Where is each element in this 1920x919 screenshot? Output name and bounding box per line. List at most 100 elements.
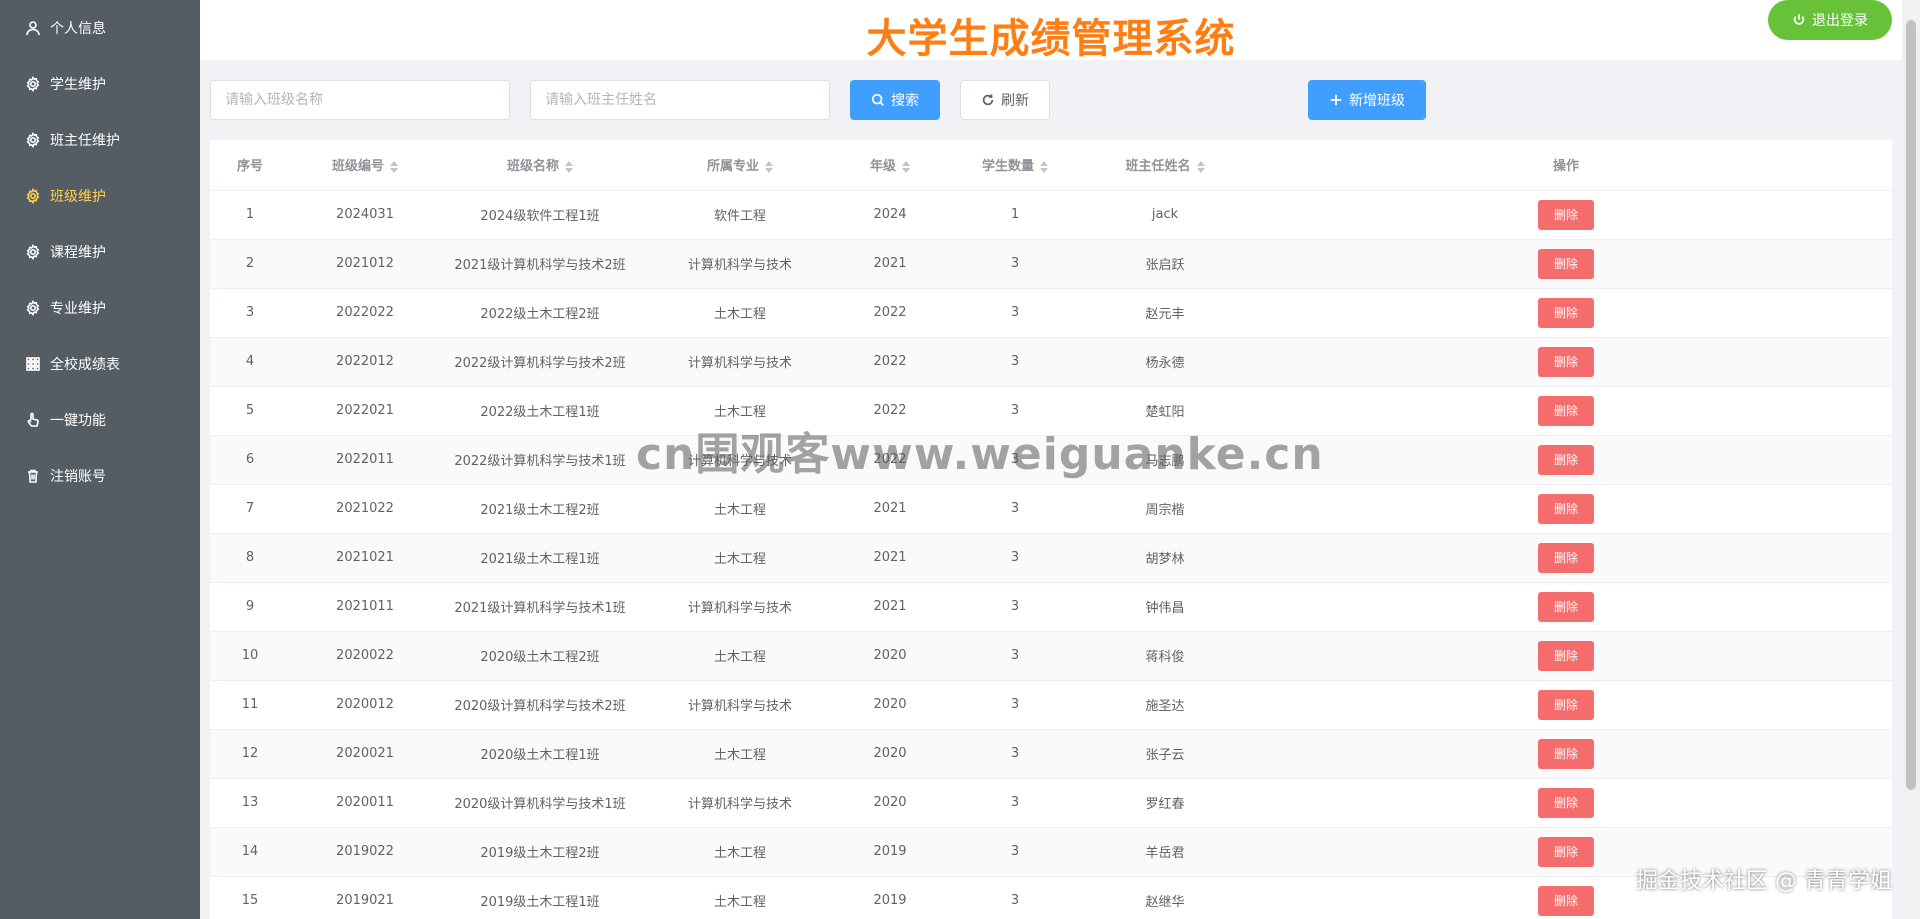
column-header[interactable]: 班级名称 — [440, 140, 640, 191]
table-cell: 土木工程 — [640, 827, 840, 877]
table-cell: 2 — [210, 239, 290, 289]
table-cell-actions: 删除 — [1240, 680, 1892, 730]
sidebar-item-0[interactable]: 个人信息 — [0, 0, 200, 56]
delete-button[interactable]: 删除 — [1538, 395, 1594, 426]
table-cell-actions: 删除 — [1240, 533, 1892, 583]
sort-caret-icon[interactable] — [390, 160, 398, 173]
page-title: 大学生成绩管理系统 — [866, 16, 1236, 62]
table-cell: 赵继华 — [1090, 876, 1240, 919]
sort-caret-icon[interactable] — [1040, 160, 1048, 173]
gear-icon — [24, 131, 42, 149]
table-cell: 土木工程 — [640, 876, 840, 919]
sidebar-item-1[interactable]: 学生维护 — [0, 56, 200, 112]
user-icon — [24, 19, 42, 37]
sort-caret-icon[interactable] — [902, 160, 910, 173]
table-cell: 3 — [940, 337, 1090, 387]
table-cell: 2021级计算机科学与技术1班 — [440, 582, 640, 632]
table-cell: 2022级土木工程1班 — [440, 386, 640, 436]
sidebar-item-2[interactable]: 班主任维护 — [0, 112, 200, 168]
table-cell: 2022级计算机科学与技术1班 — [440, 435, 640, 485]
table-cell: 2022 — [840, 435, 940, 485]
table-cell-actions: 删除 — [1240, 288, 1892, 338]
table-cell: 2021 — [840, 533, 940, 583]
delete-button[interactable]: 删除 — [1538, 640, 1594, 671]
table-cell: 张启跃 — [1090, 239, 1240, 289]
table-cell: 6 — [210, 435, 290, 485]
sort-caret-icon[interactable] — [1196, 160, 1205, 173]
sort-caret-icon[interactable] — [765, 160, 773, 173]
table-cell: 杨永德 — [1090, 337, 1240, 387]
refresh-button[interactable]: 刷新 — [960, 80, 1050, 120]
sidebar-item-3[interactable]: 班级维护 — [0, 168, 200, 224]
delete-button[interactable]: 删除 — [1538, 885, 1594, 916]
sort-caret-icon[interactable] — [565, 160, 573, 173]
class-name-input[interactable] — [210, 80, 510, 120]
sidebar-item-label: 注销账号 — [50, 469, 106, 485]
table-cell: 计算机科学与技术 — [640, 582, 840, 632]
table-cell: 2022 — [840, 386, 940, 436]
table-cell: 2022021 — [290, 386, 440, 436]
table-cell: 2019 — [840, 876, 940, 919]
table-cell: 羊岳君 — [1090, 827, 1240, 877]
sidebar-item-label: 个人信息 — [50, 21, 106, 37]
sidebar-item-4[interactable]: 课程维护 — [0, 224, 200, 280]
delete-button[interactable]: 删除 — [1538, 738, 1594, 769]
table-cell: 11 — [210, 680, 290, 730]
search-button[interactable]: 搜索 — [850, 80, 940, 120]
column-header-label: 班主任姓名 — [1125, 159, 1191, 175]
delete-button[interactable]: 删除 — [1538, 836, 1594, 867]
table-cell: 蒋科俊 — [1090, 631, 1240, 681]
table-cell-actions: 删除 — [1240, 631, 1892, 681]
teacher-name-input[interactable] — [530, 80, 830, 120]
table-cell: 计算机科学与技术 — [640, 680, 840, 730]
delete-button[interactable]: 删除 — [1538, 248, 1594, 279]
table-cell: 2022011 — [290, 435, 440, 485]
table-cell: 1 — [210, 190, 290, 240]
table-cell: 2020012 — [290, 680, 440, 730]
sidebar-item-8[interactable]: 注销账号 — [0, 448, 200, 504]
delete-button[interactable]: 删除 — [1538, 542, 1594, 573]
table-cell: 2020 — [840, 631, 940, 681]
column-header[interactable]: 班主任姓名 — [1090, 140, 1240, 191]
table-cell: 2019级土木工程1班 — [440, 876, 640, 919]
sidebar-item-6[interactable]: 全校成绩表 — [0, 336, 200, 392]
column-header-label: 班级名称 — [506, 159, 559, 175]
scrollbar[interactable] — [1902, 0, 1920, 919]
delete-button[interactable]: 删除 — [1538, 787, 1594, 818]
search-label: 搜索 — [891, 93, 919, 109]
table-cell: 8 — [210, 533, 290, 583]
scrollbar-thumb[interactable] — [1906, 20, 1916, 790]
table-cell: 3 — [940, 827, 1090, 877]
delete-button[interactable]: 删除 — [1538, 444, 1594, 475]
add-class-button[interactable]: 新增班级 — [1308, 80, 1426, 120]
delete-button[interactable]: 删除 — [1538, 591, 1594, 622]
table-cell: 2024级软件工程1班 — [440, 190, 640, 240]
logout-button[interactable]: 退出登录 — [1768, 0, 1892, 40]
column-header[interactable]: 班级编号 — [290, 140, 440, 191]
table-cell: 3 — [940, 239, 1090, 289]
delete-button[interactable]: 删除 — [1538, 493, 1594, 524]
column-header[interactable]: 年级 — [840, 140, 940, 191]
table-row: 9 2021011 2021级计算机科学与技术1班 计算机科学与技术 2021 3 钟伟昌 删… — [210, 582, 1892, 632]
table-row: 3 2022022 2022级土木工程2班 土木工程 2022 3 赵元丰 删除 — [210, 288, 1892, 338]
table-cell: 3 — [940, 631, 1090, 681]
table-cell: 土木工程 — [640, 729, 840, 779]
delete-button[interactable]: 删除 — [1538, 297, 1594, 328]
delete-button[interactable]: 删除 — [1538, 346, 1594, 377]
sidebar-item-7[interactable]: 一键功能 — [0, 392, 200, 448]
table-cell: 2022022 — [290, 288, 440, 338]
column-header[interactable]: 学生数量 — [940, 140, 1090, 191]
sidebar-item-5[interactable]: 专业维护 — [0, 280, 200, 336]
delete-button[interactable]: 删除 — [1538, 199, 1594, 230]
table-cell-actions: 删除 — [1240, 778, 1892, 828]
table-cell: 胡梦林 — [1090, 533, 1240, 583]
table-cell-actions: 删除 — [1240, 190, 1892, 240]
plus-icon — [1330, 94, 1342, 106]
table-cell: 1 — [940, 190, 1090, 240]
table-cell: 2022级计算机科学与技术2班 — [440, 337, 640, 387]
table-cell: 9 — [210, 582, 290, 632]
delete-button[interactable]: 删除 — [1538, 689, 1594, 720]
table-cell: 计算机科学与技术 — [640, 778, 840, 828]
column-header-label: 年级 — [869, 159, 896, 175]
column-header[interactable]: 所属专业 — [640, 140, 840, 191]
